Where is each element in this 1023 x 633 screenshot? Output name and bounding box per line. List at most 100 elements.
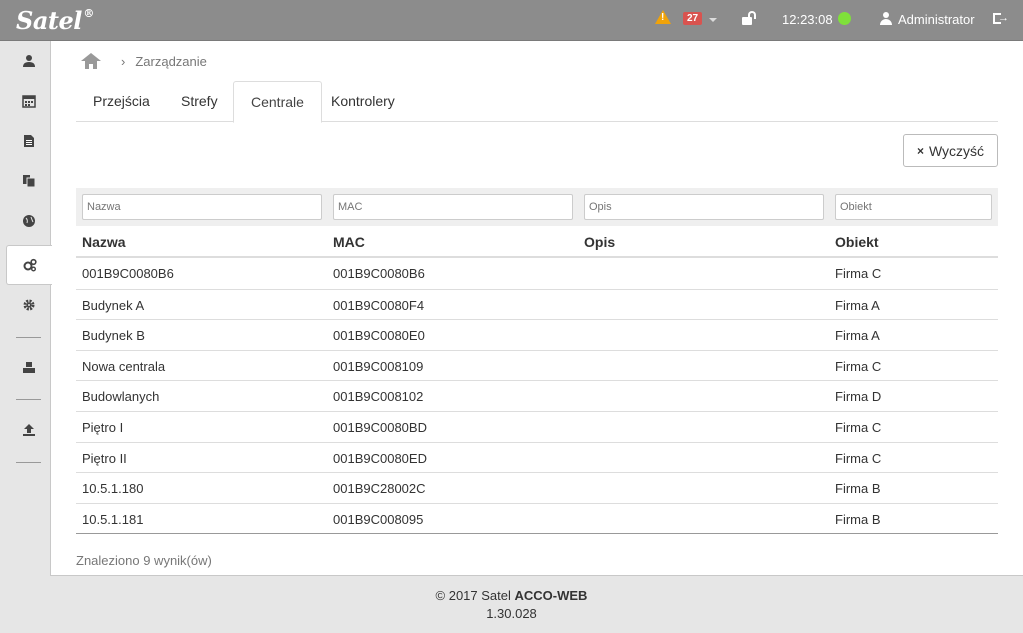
table-row[interactable]: Piętro I 001B9C0080BD Firma C [76, 410, 998, 442]
cell-name: Nowa centrala [82, 358, 166, 374]
cell-name: 10.5.1.181 [82, 511, 144, 527]
main-panel: › Zarządzanie Przejścia Strefy Centrale … [50, 41, 1023, 576]
cell-name: 001B9C0080B6 [82, 266, 174, 281]
cell-object: Firma A [835, 328, 880, 344]
cell-object: Firma D [835, 389, 882, 405]
table-row[interactable]: Budowlanych 001B9C008102 Firma D [76, 380, 998, 411]
cell-object: Firma C [835, 450, 882, 466]
tab-centrale[interactable]: Centrale [233, 81, 322, 123]
cell-mac: 001B9C008109 [333, 358, 424, 374]
cell-mac: 001B9C008102 [333, 389, 424, 405]
breadcrumb-current: Zarządzanie [135, 53, 207, 69]
sidebar-divider [16, 399, 41, 400]
unlock-icon[interactable] [742, 11, 756, 25]
cell-object: Firma C [835, 358, 882, 374]
controllers-table: Nazwa MAC Opis Obiekt 001B9C0080B6001B9C… [76, 188, 998, 535]
column-header-mac[interactable]: MAC [333, 234, 365, 250]
table-header: Nazwa MAC Opis Obiekt [76, 226, 998, 258]
globe-icon [23, 215, 35, 227]
tab-przejscia[interactable]: Przejścia [76, 81, 167, 122]
sidebar-item-users[interactable] [8, 41, 50, 81]
copy-icon [23, 175, 36, 188]
cell-mac: 001B9C008095 [333, 511, 424, 527]
sidebar-divider [16, 337, 41, 338]
sidebar-item-management[interactable] [6, 245, 52, 285]
cell-object: Firma B [835, 511, 881, 527]
sidebar-item-copies[interactable] [8, 161, 50, 201]
cell-mac: 001B9C0080B6 [333, 266, 425, 281]
gear-icon [23, 299, 35, 311]
cell-name: Budynek A [82, 297, 145, 313]
sidebar-item-modules[interactable] [8, 348, 50, 388]
home-icon[interactable] [81, 53, 101, 69]
filter-row [76, 188, 998, 226]
logout-icon[interactable]: → [993, 12, 1009, 25]
product-name: ACCO-WEB [514, 588, 588, 603]
cell-object: Firma B [835, 481, 881, 497]
name-filter-input[interactable] [82, 194, 322, 220]
cell-name: Budynek B [82, 328, 145, 344]
cell-name: 10.5.1.180 [82, 481, 144, 497]
chevron-down-icon[interactable] [709, 18, 717, 22]
clock: 12:23:08 [782, 12, 833, 27]
table-row[interactable]: 10.5.1.181 001B9C008095 Firma B [76, 502, 998, 534]
clear-button[interactable]: × Wyczyść [903, 134, 998, 167]
user-icon [23, 55, 35, 67]
cell-object: Firma C [835, 266, 882, 281]
table-body: 001B9C0080B6 001B9C0080B6 Firma C Budynek A… [76, 258, 998, 533]
breadcrumb: › Zarządzanie [81, 51, 207, 71]
document-icon [24, 135, 34, 147]
cell-mac: 001B9C0080F4 [333, 297, 425, 313]
column-header-name[interactable]: Nazwa [82, 234, 126, 250]
cell-mac: 001B9C0080E0 [333, 328, 425, 344]
sidebar-item-globe[interactable] [8, 201, 50, 241]
sidebar-item-upload[interactable] [8, 410, 50, 450]
sidebar [0, 41, 52, 633]
column-header-object[interactable]: Obiekt [835, 234, 879, 250]
version: 1.30.028 [486, 606, 537, 621]
cell-name: Piętro I [82, 419, 124, 435]
cubes-icon [23, 362, 35, 373]
upload-icon [23, 424, 35, 436]
clear-button-label: Wyczyść [928, 142, 985, 159]
tab-strefy[interactable]: Strefy [164, 81, 235, 122]
column-header-description[interactable]: Opis [584, 234, 615, 250]
username[interactable]: Administrator [898, 12, 975, 27]
calendar-icon [22, 95, 36, 108]
footer: © 2017 Satel ACCO-WEB 1.30.028 [0, 587, 1023, 623]
copyright: © 2017 Satel [435, 588, 511, 603]
table-row[interactable]: Budynek A 001B9C0080F4 Firma A [76, 288, 998, 320]
chevron-right-icon: › [121, 53, 126, 69]
top-bar: Satel® 27 12:23:08 Administrator → [0, 0, 1023, 41]
cell-name: Piętro II [82, 450, 127, 466]
cell-object: Firma C [835, 419, 882, 435]
alarm-count-badge[interactable]: 27 [683, 12, 703, 25]
status-indicator [838, 12, 851, 25]
sidebar-item-calendar[interactable] [8, 81, 50, 121]
cell-mac: 001B9C28002C [333, 481, 426, 497]
description-filter-input[interactable] [584, 194, 824, 220]
table-row[interactable]: 10.5.1.180 001B9C28002C Firma B [76, 472, 998, 503]
satel-logo[interactable]: Satel ® [16, 6, 94, 35]
cell-mac: 001B9C0080BD [333, 419, 427, 435]
close-icon: × [916, 143, 924, 158]
object-filter-input[interactable] [835, 194, 992, 220]
gears-icon [23, 258, 37, 272]
table-row[interactable]: 001B9C0080B6 001B9C0080B6 Firma C [76, 258, 998, 289]
tab-bar: Przejścia Strefy Centrale Kontrolery [76, 81, 998, 123]
warning-icon[interactable] [655, 10, 671, 24]
cell-name: Budowlanych [82, 389, 160, 405]
cell-mac: 001B9C0080ED [333, 450, 427, 466]
tab-kontrolery[interactable]: Kontrolery [314, 81, 412, 122]
sidebar-item-settings[interactable] [8, 285, 50, 325]
results-count: Znaleziono 9 wynik(ów) [76, 553, 212, 568]
sidebar-divider [16, 462, 41, 463]
cell-object: Firma A [835, 297, 880, 313]
table-row[interactable]: Budynek B 001B9C0080E0 Firma A [76, 319, 998, 350]
mac-filter-input[interactable] [333, 194, 573, 220]
sidebar-item-documents[interactable] [8, 121, 50, 161]
table-row[interactable]: Nowa centrala 001B9C008109 Firma C [76, 349, 998, 381]
table-bottom-border [76, 533, 998, 535]
user-icon[interactable] [880, 12, 892, 25]
table-row[interactable]: Piętro II 001B9C0080ED Firma C [76, 441, 998, 473]
